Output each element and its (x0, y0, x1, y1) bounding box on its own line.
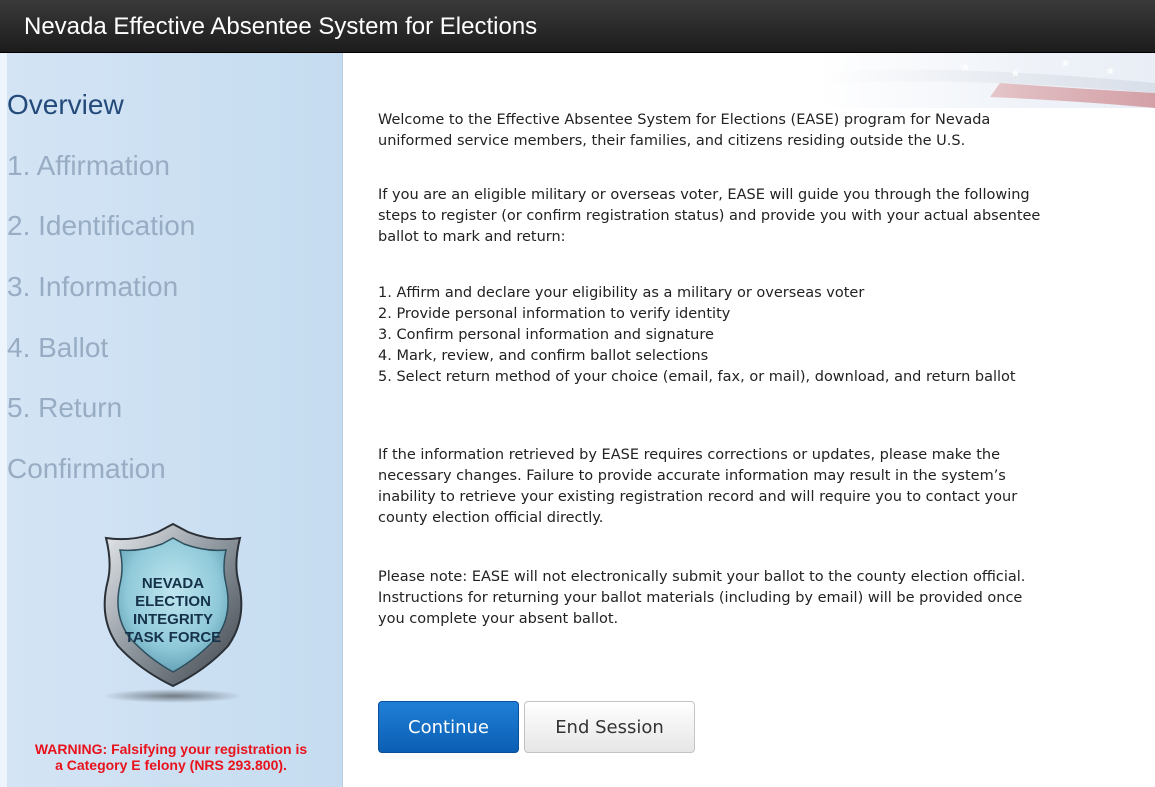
welcome-paragraph: Welcome to the Effective Absentee System… (378, 110, 1118, 152)
badge-text-2: ELECTION (135, 593, 211, 610)
note-line-1: Please note: EASE will not electronicall… (378, 569, 1026, 585)
page-title: Nevada Effective Absentee System for Ele… (24, 13, 538, 40)
sidebar-item-return[interactable]: 5. Return (7, 391, 122, 425)
list-item: 5. Select return method of your choice (… (378, 369, 1016, 385)
welcome-line-1: Welcome to the Effective Absentee System… (378, 112, 991, 128)
list-item: 4. Mark, review, and confirm ballot sele… (378, 348, 709, 364)
welcome-line-2: uniformed service members, their familie… (378, 133, 966, 149)
sidebar-item-information[interactable]: 3. Information (7, 270, 178, 304)
corrections-line-1: If the information retrieved by EASE req… (378, 447, 1000, 463)
list-item: 1. Affirm and declare your eligibility a… (378, 285, 865, 301)
badge-text-4: TASK FORCE (125, 629, 221, 646)
end-session-button[interactable]: End Session (524, 701, 695, 753)
warning-line-1: WARNING: Falsifying your registration is (34, 741, 308, 757)
eligible-line-1: If you are an eligible military or overs… (378, 187, 1030, 203)
eligibility-paragraph: If you are an eligible military or overs… (378, 185, 1118, 248)
list-item: 2. Provide personal information to verif… (378, 306, 731, 322)
corrections-paragraph: If the information retrieved by EASE req… (378, 445, 1118, 529)
app-header: Nevada Effective Absentee System for Ele… (0, 0, 1155, 53)
flag-decoration: ★ ★ ★ ★ (820, 53, 1155, 108)
sidebar-edge (0, 53, 7, 787)
sidebar-item-affirmation[interactable]: 1. Affirmation (7, 149, 170, 183)
sidebar-item-overview[interactable]: Overview (7, 88, 124, 122)
list-item: 3. Confirm personal information and sign… (378, 327, 714, 343)
warning-line-2: a Category E felony (NRS 293.800). (55, 757, 287, 773)
eligible-line-2: steps to register (or confirm registrati… (378, 208, 1041, 224)
steps-list: 1. Affirm and declare your eligibility a… (378, 283, 1118, 388)
sidebar-item-confirmation[interactable]: Confirmation (7, 452, 166, 486)
corrections-line-2: necessary changes. Failure to provide ac… (378, 468, 1006, 484)
badge-text-1: NEVADA (142, 575, 204, 592)
note-paragraph: Please note: EASE will not electronicall… (378, 567, 1118, 630)
sidebar-item-ballot[interactable]: 4. Ballot (7, 331, 108, 365)
badge-text-3: INTEGRITY (133, 611, 213, 628)
sidebar-item-identification[interactable]: 2. Identification (7, 209, 195, 243)
felony-warning: WARNING: Falsifying your registration is… (0, 741, 342, 773)
continue-button[interactable]: Continue (378, 701, 519, 753)
eligible-line-3: ballot to mark and return: (378, 229, 566, 245)
note-line-2: Instructions for returning your ballot m… (378, 590, 1023, 606)
corrections-line-3: inability to retrieve your existing regi… (378, 489, 1018, 505)
note-line-3: you complete your absent ballot. (378, 611, 619, 627)
task-force-badge: NEVADA ELECTION INTEGRITY TASK FORCE (88, 518, 258, 718)
corrections-line-4: county election official directly. (378, 510, 604, 526)
